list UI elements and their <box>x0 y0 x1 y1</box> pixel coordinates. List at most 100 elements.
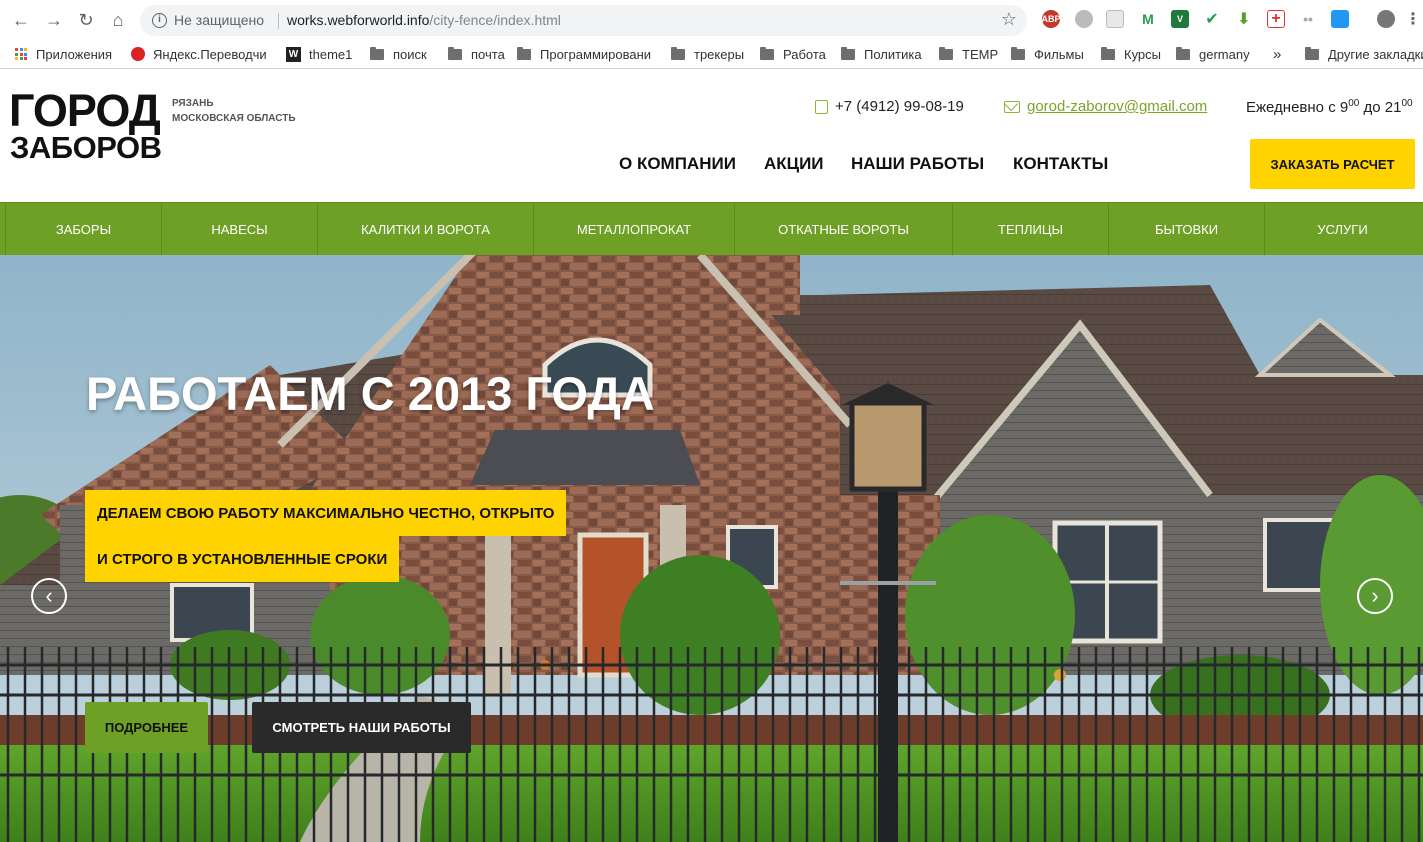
bookmark-folder-politics[interactable]: Политика <box>841 45 922 63</box>
bookmark-translate[interactable]: Яндекс.Переводчи <box>131 45 267 63</box>
folder-icon <box>760 46 774 60</box>
cross-extension-icon[interactable]: + <box>1267 10 1285 28</box>
adblock-icon[interactable]: ABP <box>1042 10 1061 28</box>
profile-avatar[interactable] <box>1377 10 1395 28</box>
nav-about[interactable]: О КОМПАНИИ <box>619 154 736 174</box>
view-works-button[interactable]: СМОТРЕТЬ НАШИ РАБОТЫ <box>252 702 471 753</box>
category-menu: ЗАБОРЫ НАВЕСЫ КАЛИТКИ И ВОРОТА МЕТАЛЛОПР… <box>0 202 1423 256</box>
bookmark-label: Политика <box>864 46 922 62</box>
bookmark-folder-programming[interactable]: Программировани <box>517 45 651 63</box>
logo-line2[interactable]: ЗАБОРОВ <box>10 131 162 165</box>
nav-promotions[interactable]: АКЦИИ <box>764 154 824 174</box>
menu-icon[interactable]: ⋮ <box>1404 10 1422 28</box>
bookmark-label: Фильмы <box>1034 46 1084 62</box>
category-sliding-gates[interactable]: ОТКАТНЫЕ ВОРОТЫ <box>734 203 952 256</box>
chat-extension-icon[interactable] <box>1331 10 1349 28</box>
order-estimate-button[interactable]: ЗАКАЗАТЬ РАСЧЕТ <box>1250 139 1415 189</box>
phone-icon <box>815 99 828 114</box>
hero-tag-line2: И СТРОГО В УСТАНОВЛЕННЫЕ СРОКИ <box>85 536 400 582</box>
category-fences[interactable]: ЗАБОРЫ <box>5 203 161 256</box>
url-host: works.webforworld.info <box>287 12 430 28</box>
info-icon[interactable]: i <box>152 13 167 28</box>
category-greenhouses[interactable]: ТЕПЛИЦЫ <box>952 203 1108 256</box>
bookmarks-bar: Приложения Яндекс.Переводчи W theme1 пои… <box>0 40 1423 69</box>
bookmark-label: Яндекс.Переводчи <box>153 46 267 62</box>
translate-icon <box>131 47 145 61</box>
hero-tag-line1: ДЕЛАЕМ СВОЮ РАБОТУ МАКСИМАЛЬНО ЧЕСТНО, О… <box>85 490 567 536</box>
security-label[interactable]: Не защищено <box>174 12 264 28</box>
bookmark-folder-courses[interactable]: Курсы <box>1101 45 1161 63</box>
site-header: ГОРОД ЗАБОРОВ РЯЗАНЬ МОСКОВСКАЯ ОБЛАСТЬ … <box>0 70 1423 202</box>
bookmark-other[interactable]: Другие закладки <box>1305 45 1423 63</box>
region-area: МОСКОВСКАЯ ОБЛАСТЬ <box>172 113 296 124</box>
reload-icon[interactable]: ↻ <box>74 8 98 32</box>
category-canopies[interactable]: НАВЕСЫ <box>161 203 317 256</box>
bookmark-label: почта <box>471 46 505 62</box>
bookmark-folder-work[interactable]: Работа <box>760 45 826 63</box>
nav-our-works[interactable]: НАШИ РАБОТЫ <box>851 154 984 174</box>
category-gates[interactable]: КАЛИТКИ И ВОРОТА <box>317 203 533 256</box>
bookmark-label: трекеры <box>694 46 745 62</box>
back-icon[interactable]: ← <box>9 8 33 32</box>
download-extension-icon[interactable]: ⬇ <box>1235 10 1253 28</box>
bookmark-label: theme1 <box>309 46 353 62</box>
omnibox-divider <box>278 13 279 29</box>
bookmark-folder-germany[interactable]: germany <box>1176 45 1250 63</box>
bookmark-label: Другие закладки <box>1328 46 1423 62</box>
region-city: РЯЗАНЬ <box>172 98 214 109</box>
hero-slider: РАБОТАЕМ С 2013 ГОДА ДЕЛАЕМ СВОЮ РАБОТУ … <box>0 255 1423 842</box>
hero-title: РАБОТАЕМ С 2013 ГОДА <box>86 367 655 420</box>
clipboard-extension-icon[interactable] <box>1106 10 1124 28</box>
folder-icon <box>1305 46 1319 60</box>
bookmark-folder-mail[interactable]: почта <box>448 45 505 63</box>
bookmark-label: Курсы <box>1124 46 1162 62</box>
bookmark-label: поиск <box>393 46 427 62</box>
phone-number: +7 (4912) 99-08-19 <box>835 98 964 115</box>
folder-icon <box>671 46 685 60</box>
slider-prev-icon[interactable]: ‹ <box>31 578 67 614</box>
url-text[interactable]: works.webforworld.info/city-fence/index.… <box>287 12 561 28</box>
bookmark-folder-trackers[interactable]: трекеры <box>671 45 744 63</box>
category-metal[interactable]: МЕТАЛЛОПРОКАТ <box>533 203 734 256</box>
more-button[interactable]: ПОДРОБНЕЕ <box>85 702 208 753</box>
bookmark-label: Приложения <box>36 46 113 62</box>
apps-icon <box>15 48 27 60</box>
category-cabins[interactable]: БЫТОВКИ <box>1108 203 1264 256</box>
v-extension-icon[interactable]: V <box>1171 10 1189 28</box>
folder-icon <box>1176 46 1190 60</box>
working-hours: Ежедневно с 900 до 2100 <box>1246 98 1413 116</box>
bookmark-label: Работа <box>783 46 826 62</box>
bookmark-star-icon[interactable]: ☆ <box>1001 9 1017 30</box>
phone-contact[interactable]: +7 (4912) 99-08-19 <box>815 98 964 115</box>
category-services[interactable]: УСЛУГИ <box>1264 203 1420 256</box>
folder-icon <box>841 46 855 60</box>
mail-icon <box>1004 100 1020 113</box>
w-icon: W <box>286 46 301 62</box>
gmail-extension-icon[interactable]: M <box>1139 10 1157 28</box>
folder-icon <box>1101 46 1115 60</box>
bookmark-folder-search[interactable]: поиск <box>370 45 427 63</box>
slider-next-icon[interactable]: › <box>1357 578 1393 614</box>
email-address: gorod-zaborov@gmail.com <box>1027 98 1208 115</box>
nav-contacts[interactable]: КОНТАКТЫ <box>1013 154 1108 174</box>
paw-extension-icon[interactable] <box>1075 10 1093 28</box>
dots-extension-icon[interactable]: •• <box>1299 10 1317 28</box>
address-bar[interactable]: i Не защищено works.webforworld.info/cit… <box>140 5 1027 36</box>
check-extension-icon[interactable]: ✔ <box>1203 10 1221 28</box>
bookmark-apps[interactable]: Приложения <box>15 45 112 63</box>
bookmark-folder-temp[interactable]: TEMP <box>939 45 998 63</box>
logo-line1[interactable]: ГОРОД <box>9 88 161 133</box>
bookmark-theme1[interactable]: W theme1 <box>286 45 352 63</box>
folder-icon <box>448 46 462 60</box>
email-link[interactable]: gorod-zaborov@gmail.com <box>1004 98 1207 115</box>
bookmark-label: Программировани <box>540 46 652 62</box>
forward-icon[interactable]: → <box>42 8 66 32</box>
bookmark-label: TEMP <box>962 46 999 62</box>
bookmarks-overflow-button[interactable]: » <box>1273 45 1281 63</box>
url-path: /city-fence/index.html <box>429 12 561 28</box>
folder-icon <box>939 46 953 60</box>
home-icon[interactable]: ⌂ <box>106 8 130 32</box>
folder-icon <box>1011 46 1025 60</box>
bookmark-folder-movies[interactable]: Фильмы <box>1011 45 1084 63</box>
folder-icon <box>370 46 384 60</box>
